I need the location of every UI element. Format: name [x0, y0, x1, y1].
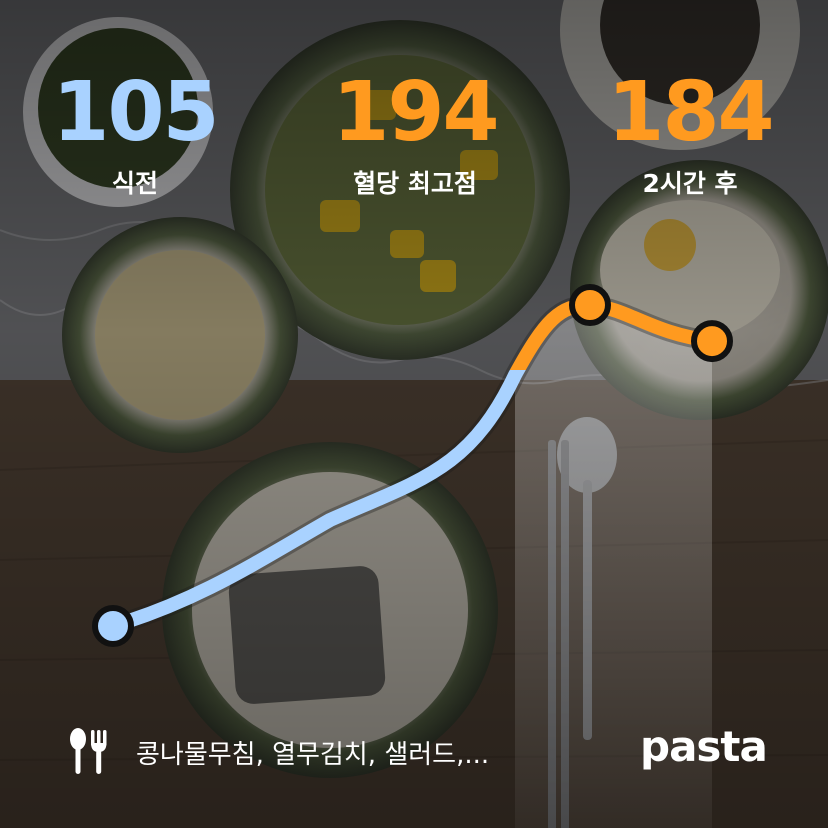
two-hours-after-value: 184 [607, 65, 774, 160]
stat-two-hours-after: 184 2시간 후 [590, 70, 790, 200]
curve-shadow [103, 294, 722, 636]
glucose-summary-card: 105 식전 194 혈당 최고점 184 2시간 후 콩나물무침, 열무김치,… [0, 0, 828, 828]
meal-description: 콩나물무침, 열무김치, 샐러드,... [136, 739, 490, 770]
point-two-hours-after [691, 320, 733, 363]
pre-meal-label: 식전 [111, 169, 158, 198]
curve-low-segment [106, 370, 526, 633]
fork-knife-icon [70, 728, 107, 774]
peak-value: 194 [332, 65, 499, 160]
stat-peak: 194 혈당 최고점 [300, 70, 530, 200]
point-pre-meal [92, 605, 134, 647]
meal-info: 콩나물무침, 열무김치, 샐러드,... [66, 728, 489, 776]
two-hours-after-label: 2시간 후 [642, 169, 738, 198]
curve-high-segment [509, 297, 719, 370]
stat-pre-meal: 105 식전 [35, 70, 235, 200]
pre-meal-value: 105 [52, 65, 219, 160]
peak-label: 혈당 최고점 [353, 169, 477, 198]
point-peak [569, 284, 611, 326]
brand-logo: pasta [640, 722, 768, 771]
